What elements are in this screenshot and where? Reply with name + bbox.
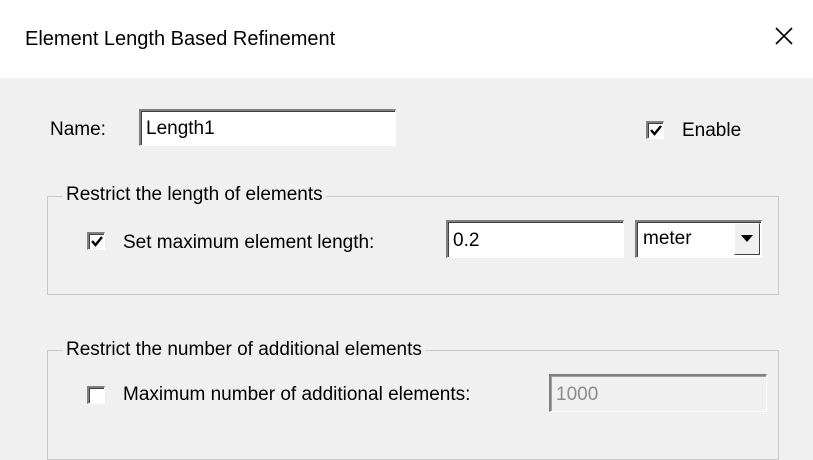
close-icon <box>775 27 793 45</box>
max-count-checkbox[interactable] <box>87 386 105 404</box>
name-input[interactable] <box>139 109 396 146</box>
checkmark-icon <box>90 236 103 247</box>
max-count-input[interactable] <box>549 374 767 412</box>
max-length-checkbox[interactable] <box>87 232 105 250</box>
checkmark-icon <box>649 125 662 136</box>
length-restriction-group-title: Restrict the length of elements <box>63 183 326 207</box>
enable-checkbox[interactable] <box>646 121 664 139</box>
close-button[interactable] <box>760 16 808 56</box>
name-label: Name: <box>50 119 106 140</box>
unit-select[interactable]: meter <box>635 220 762 258</box>
max-length-label: Set maximum element length: <box>123 232 375 253</box>
max-length-input[interactable] <box>446 220 624 258</box>
unit-select-arrow-button[interactable] <box>734 223 760 255</box>
max-count-label: Maximum number of additional elements: <box>123 384 471 405</box>
count-restriction-group-title: Restrict the number of additional elemen… <box>63 338 425 362</box>
dialog-title: Element Length Based Refinement <box>25 28 336 50</box>
unit-select-value: meter <box>643 228 692 249</box>
chevron-down-icon <box>741 235 753 242</box>
enable-label: Enable <box>682 120 742 141</box>
title-bar: Element Length Based Refinement <box>0 0 813 78</box>
